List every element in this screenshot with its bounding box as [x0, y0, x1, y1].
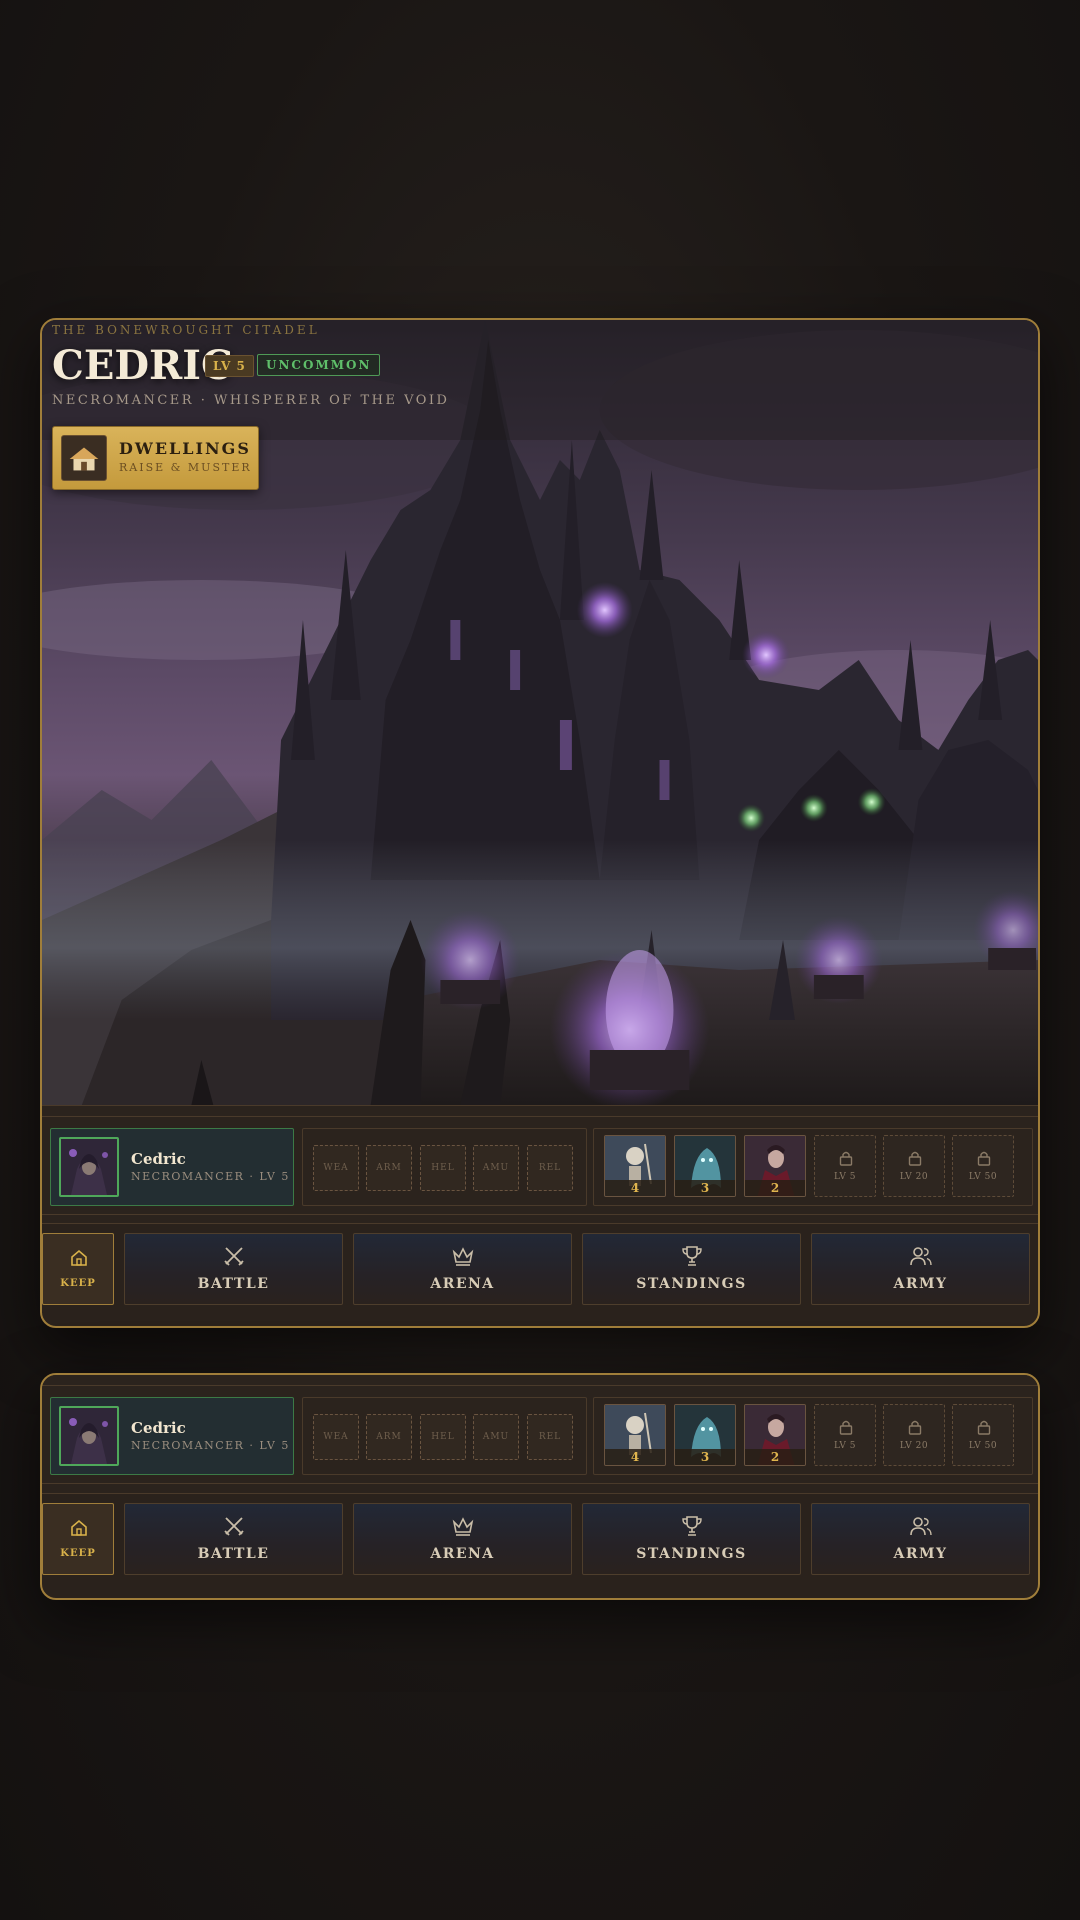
hero-card-name: Cedric [131, 1150, 186, 1168]
dwellings-sublabel: RAISE & MUSTER [119, 461, 252, 474]
citadel-panel: THE BONEWROUGHT CITADEL CEDRIC LV 5 UNCO… [40, 318, 1040, 1328]
equip-slot-relic[interactable]: REL [527, 1145, 573, 1191]
crown-icon [452, 1247, 474, 1266]
trophy-icon [682, 1516, 702, 1536]
equip-slot-helm[interactable]: HEL [420, 1414, 466, 1460]
lock-icon [977, 1151, 991, 1166]
nav-army-label: ARMY [893, 1276, 948, 1292]
hero-hud-compact: Cedric NECROMANCER · LV 5 WEA ARM HEL AM… [42, 1375, 1038, 1493]
hero-subtitle: NECROMANCER · WHISPERER OF THE VOID [52, 393, 450, 408]
users-icon [910, 1517, 932, 1536]
crossed-swords-icon [224, 1517, 244, 1536]
equip-slot-relic[interactable]: REL [527, 1414, 573, 1460]
unit-slot-skeleton[interactable]: 4 [604, 1135, 666, 1197]
nav-standings-button[interactable]: STANDINGS [582, 1503, 801, 1575]
nav-arena-label: ARENA [430, 1276, 495, 1292]
nav-battle-button[interactable]: BATTLE [124, 1233, 343, 1305]
equipment-slots: WEA ARM HEL AMU REL [302, 1128, 587, 1206]
hero-card-name: Cedric [131, 1419, 186, 1437]
nav-battle-button[interactable]: BATTLE [124, 1503, 343, 1575]
equip-slot-armor[interactable]: ARM [366, 1414, 412, 1460]
hero-card[interactable]: Cedric NECROMANCER · LV 5 [50, 1128, 294, 1206]
home-icon [71, 1249, 87, 1266]
equip-slot-armor[interactable]: ARM [366, 1145, 412, 1191]
trophy-icon [682, 1246, 702, 1266]
hero-portrait [59, 1137, 119, 1197]
hut-icon [61, 435, 107, 481]
rarity-badge: UNCOMMON [257, 354, 381, 376]
locked-slot-lv20[interactable]: LV 20 [883, 1404, 945, 1466]
equip-slot-weapon[interactable]: WEA [313, 1145, 359, 1191]
unit-count: 4 [605, 1449, 665, 1465]
nav-keep-label: KEEP [60, 1278, 96, 1289]
lock-icon [977, 1420, 991, 1435]
unit-slot-wraith[interactable]: 3 [674, 1135, 736, 1197]
realm-name: THE BONEWROUGHT CITADEL [52, 323, 320, 337]
nav-keep-button[interactable]: KEEP [42, 1503, 114, 1575]
crossed-swords-icon [224, 1247, 244, 1266]
nav-army-button[interactable]: ARMY [811, 1233, 1030, 1305]
hero-hud: Cedric NECROMANCER · LV 5 WEA ARM HEL AM… [42, 1105, 1038, 1223]
locked-slot-lv5[interactable]: LV 5 [814, 1404, 876, 1466]
level-badge: LV 5 [205, 355, 254, 377]
hero-portrait [59, 1406, 119, 1466]
hero-card-subtitle: NECROMANCER · LV 5 [131, 1439, 290, 1452]
lock-level-label: LV 20 [899, 1172, 929, 1182]
dwellings-button[interactable]: DWELLINGS RAISE & MUSTER [52, 426, 259, 490]
nav-battle-label: BATTLE [197, 1276, 270, 1292]
locked-slot-lv50[interactable]: LV 50 [952, 1135, 1014, 1197]
nav-standings-label: STANDINGS [636, 1276, 747, 1292]
equip-slot-weapon[interactable]: WEA [313, 1414, 359, 1460]
bottom-nav: KEEP BATTLE ARENA STANDINGS ARMY [42, 1493, 1038, 1583]
users-icon [910, 1247, 932, 1266]
unit-slot-wraith[interactable]: 3 [674, 1404, 736, 1466]
lock-level-label: LV 50 [968, 1441, 998, 1451]
lock-icon [908, 1151, 922, 1166]
hero-card-subtitle: NECROMANCER · LV 5 [131, 1170, 290, 1183]
army-slots: 4 3 2 LV 5 LV 20 LV 50 [593, 1397, 1033, 1475]
dwellings-label: DWELLINGS [119, 439, 251, 458]
lock-icon [839, 1420, 853, 1435]
nav-arena-button[interactable]: ARENA [353, 1503, 572, 1575]
unit-count: 2 [745, 1449, 805, 1465]
crown-icon [452, 1517, 474, 1536]
home-icon [71, 1519, 87, 1536]
equip-slot-helm[interactable]: HEL [420, 1145, 466, 1191]
lock-icon [908, 1420, 922, 1435]
army-slots: 4 3 2 LV 5 LV 20 LV 50 [593, 1128, 1033, 1206]
nav-arena-label: ARENA [430, 1546, 495, 1562]
nav-standings-button[interactable]: STANDINGS [582, 1233, 801, 1305]
unit-slot-vampire[interactable]: 2 [744, 1404, 806, 1466]
compact-hud-panel: Cedric NECROMANCER · LV 5 WEA ARM HEL AM… [40, 1373, 1040, 1600]
unit-slot-skeleton[interactable]: 4 [604, 1404, 666, 1466]
unit-slot-vampire[interactable]: 2 [744, 1135, 806, 1197]
lock-level-label: LV 5 [834, 1172, 856, 1182]
equipment-slots: WEA ARM HEL AMU REL [302, 1397, 587, 1475]
nav-keep-button[interactable]: KEEP [42, 1233, 114, 1305]
nav-army-button[interactable]: ARMY [811, 1503, 1030, 1575]
locked-slot-lv20[interactable]: LV 20 [883, 1135, 945, 1197]
nav-army-label: ARMY [893, 1546, 948, 1562]
lock-level-label: LV 5 [834, 1441, 856, 1451]
bottom-nav: KEEP BATTLE ARENA STANDINGS ARMY [42, 1223, 1038, 1313]
lock-level-label: LV 20 [899, 1441, 929, 1451]
hero-card[interactable]: Cedric NECROMANCER · LV 5 [50, 1397, 294, 1475]
lock-level-label: LV 50 [968, 1172, 998, 1182]
unit-count: 2 [745, 1180, 805, 1196]
nav-battle-label: BATTLE [197, 1546, 270, 1562]
equip-slot-amulet[interactable]: AMU [473, 1414, 519, 1460]
locked-slot-lv5[interactable]: LV 5 [814, 1135, 876, 1197]
unit-count: 3 [675, 1180, 735, 1196]
locked-slot-lv50[interactable]: LV 50 [952, 1404, 1014, 1466]
unit-count: 3 [675, 1449, 735, 1465]
nav-arena-button[interactable]: ARENA [353, 1233, 572, 1305]
lock-icon [839, 1151, 853, 1166]
nav-keep-label: KEEP [60, 1548, 96, 1559]
unit-count: 4 [605, 1180, 665, 1196]
equip-slot-amulet[interactable]: AMU [473, 1145, 519, 1191]
citadel-scene: THE BONEWROUGHT CITADEL CEDRIC LV 5 UNCO… [42, 320, 1038, 1105]
nav-standings-label: STANDINGS [636, 1546, 747, 1562]
